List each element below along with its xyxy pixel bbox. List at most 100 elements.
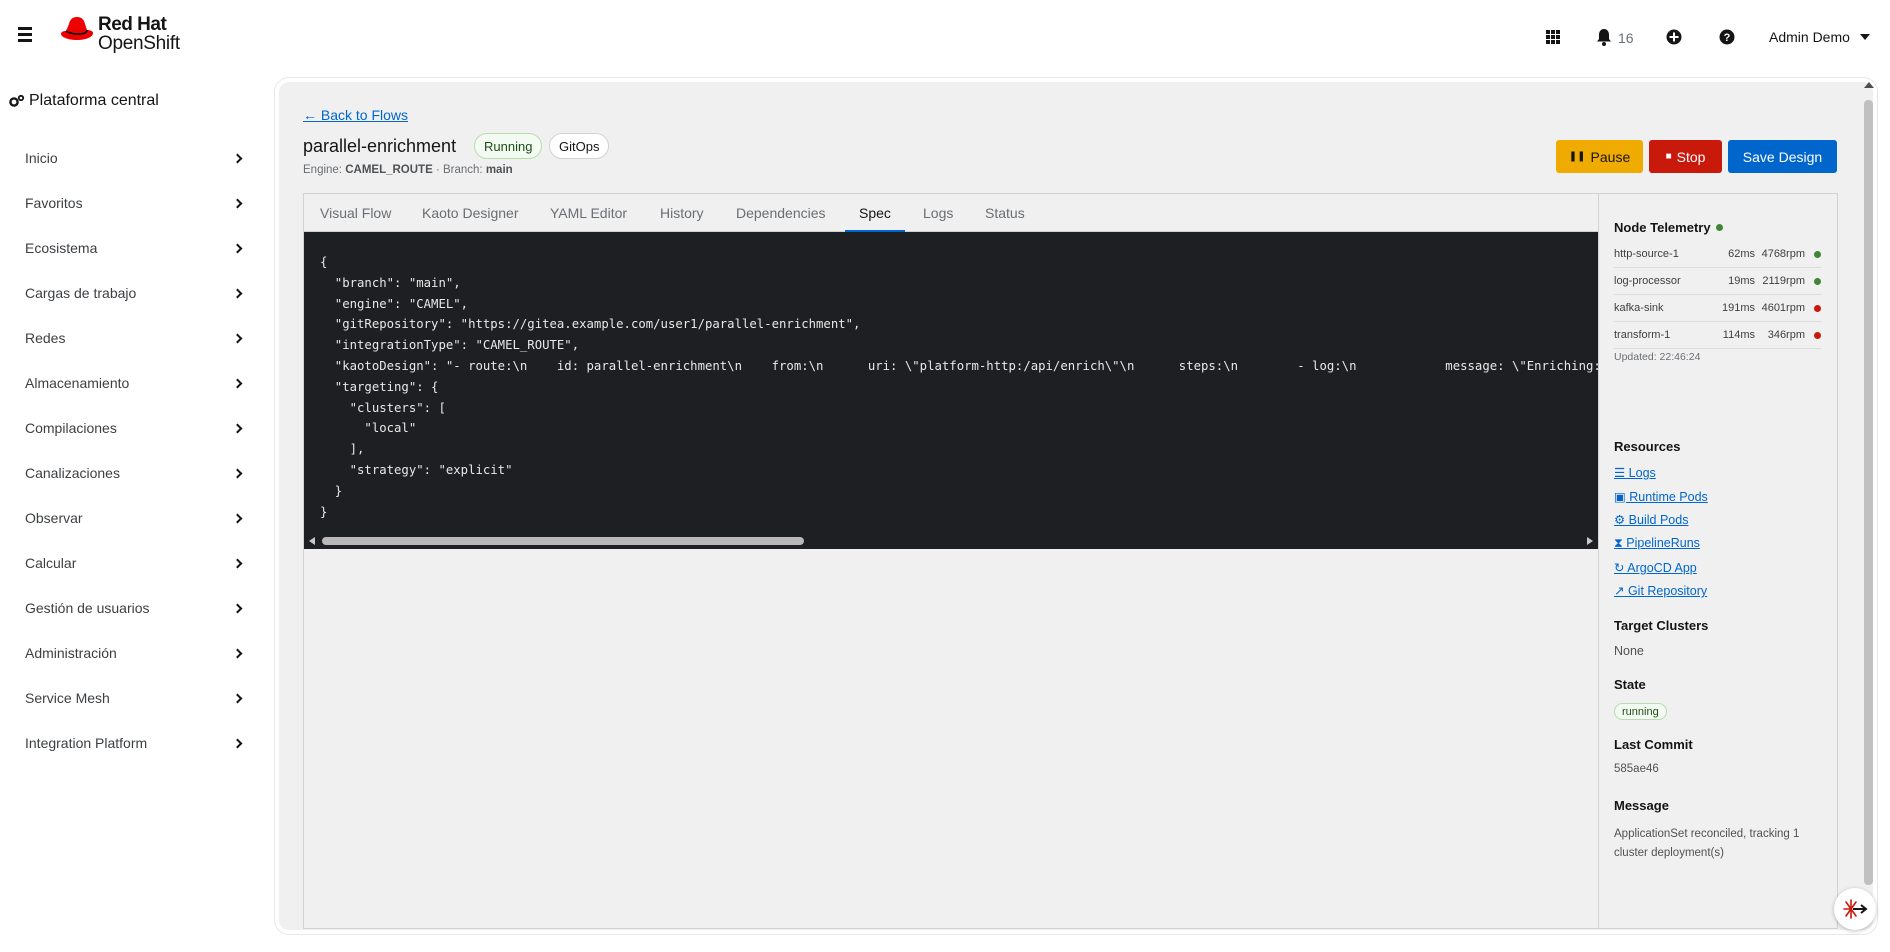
node-status-dot — [1814, 331, 1821, 339]
message-value: ApplicationSet reconciled, tracking 1 cl… — [1614, 828, 1800, 859]
sidebar-item-label: Service Mesh — [25, 690, 110, 706]
node-name: transform-1 — [1614, 329, 1671, 341]
target-clusters-heading: Target Clusters — [1614, 618, 1709, 633]
pause-icon: ❚❚ — [1568, 151, 1586, 162]
sidebar-item-favoritos[interactable]: Favoritos — [25, 191, 245, 215]
sidebar-item-almacenamiento[interactable]: Almacenamiento — [25, 371, 245, 395]
plus-circle-icon[interactable] — [1666, 29, 1682, 45]
sidebar-item-inicio[interactable]: Inicio — [25, 146, 245, 170]
sidebar-item-integration-platform[interactable]: Integration Platform — [25, 731, 245, 755]
notification-count[interactable]: 16 — [1618, 30, 1634, 46]
sidebar-item-label: Almacenamiento — [25, 375, 130, 391]
tab-visual-flow[interactable]: Visual Flow — [320, 194, 391, 232]
chevron-right-icon — [232, 333, 243, 343]
tab-status[interactable]: Status — [985, 194, 1025, 232]
node-rate: 4601rpm — [1761, 302, 1805, 314]
sidebar-item-service-mesh[interactable]: Service Mesh — [25, 686, 245, 710]
page-title: parallel-enrichment — [303, 136, 457, 156]
last-commit-heading: Last Commit — [1614, 737, 1693, 752]
engine-value: CAMEL_ROUTE — [345, 164, 433, 176]
tab-spec[interactable]: Spec — [845, 194, 905, 233]
sidebar-item-label: Integration Platform — [25, 735, 148, 751]
node-latency: 191ms — [1721, 302, 1755, 314]
red-hat-logo-icon — [61, 17, 93, 40]
pause-button[interactable]: ❚❚ Pause — [1556, 140, 1643, 173]
chevron-right-icon — [232, 288, 243, 298]
back-to-flows-link[interactable]: ← Back to Flows — [303, 107, 408, 123]
node-rate: 2119rpm — [1762, 275, 1805, 287]
sidebar-item-label: Cargas de trabajo — [25, 285, 137, 301]
sidebar-item-calcular[interactable]: Calcular — [25, 551, 245, 575]
caret-down-icon — [1859, 34, 1870, 40]
branch-value: main — [485, 164, 513, 176]
page-scrollbar[interactable] — [1863, 82, 1874, 885]
save-design-button[interactable]: Save Design — [1728, 140, 1837, 173]
brand-product: OpenShift — [98, 33, 180, 54]
pipelineruns-link[interactable]: ⧗ PipelineRuns — [1614, 536, 1700, 551]
tab-kaoto-designer[interactable]: Kaoto Designer — [422, 194, 519, 232]
sidebar-item-observar[interactable]: Observar — [25, 506, 245, 530]
perspective-switcher[interactable]: Plataforma central — [9, 92, 159, 110]
logs-link[interactable]: ☰ Logs — [1614, 465, 1656, 480]
sidebar-item-cargas-de-trabajo[interactable]: Cargas de trabajo — [25, 281, 245, 305]
sidebar-item-redes[interactable]: Redes — [25, 326, 245, 350]
sidebar-item-label: Gestión de usuarios — [25, 600, 150, 616]
svg-text:?: ? — [1724, 32, 1731, 44]
horizontal-scrollbar[interactable] — [304, 533, 1598, 549]
pause-label: Pause — [1590, 148, 1631, 165]
scrollbar-thumb[interactable] — [322, 537, 804, 545]
chevron-right-icon — [232, 513, 243, 523]
node-name: log-processor — [1614, 275, 1681, 287]
sidebar-item-label: Ecosistema — [25, 240, 98, 256]
sidebar-item-compilaciones[interactable]: Compilaciones — [25, 416, 245, 440]
chevron-right-icon — [232, 648, 243, 658]
sidebar-item-ecosistema[interactable]: Ecosistema — [25, 236, 245, 260]
tab-history[interactable]: History — [660, 194, 704, 232]
tab-dependencies[interactable]: Dependencies — [736, 194, 826, 232]
scroll-up-icon[interactable] — [1864, 82, 1874, 88]
scrollbar-thumb[interactable] — [1864, 100, 1873, 885]
sidebar-item-label: Observar — [25, 510, 83, 526]
hamburger-menu-icon[interactable] — [18, 27, 38, 47]
telemetry-row: log-processor 19ms 2119rpm — [1614, 268, 1821, 295]
argocd-app-link[interactable]: ↻ ArgoCD App — [1614, 560, 1697, 575]
chevron-right-icon — [232, 243, 243, 253]
quick-action-button[interactable] — [1834, 888, 1876, 930]
tab-yaml-editor[interactable]: YAML Editor — [550, 194, 627, 232]
spec-code-viewer[interactable]: { "branch": "main", "engine": "CAMEL", "… — [304, 232, 1598, 549]
telemetry-status-dot — [1715, 224, 1723, 231]
scroll-left-icon[interactable] — [309, 537, 315, 545]
sidebar: Plataforma central Inicio Favoritos Ecos… — [0, 76, 260, 952]
git-repository-link[interactable]: ↗ Git Repository — [1614, 583, 1707, 598]
chevron-right-icon — [232, 378, 243, 388]
sidebar-item-gestion-de-usuarios[interactable]: Gestión de usuarios — [25, 596, 245, 620]
sidebar-item-canalizaciones[interactable]: Canalizaciones — [25, 461, 245, 485]
state-badge: running — [1614, 703, 1667, 720]
branch-label: · Branch: — [435, 164, 483, 176]
chevron-right-icon — [232, 198, 243, 208]
tab-bar: Visual Flow Kaoto Designer YAML Editor H… — [304, 194, 1598, 233]
tab-logs[interactable]: Logs — [923, 194, 953, 232]
node-latency: 19ms — [1728, 275, 1755, 287]
app-launcher-icon[interactable] — [1546, 30, 1560, 44]
sidebar-item-label: Canalizaciones — [25, 465, 120, 481]
flow-detail-card: Visual Flow Kaoto Designer YAML Editor H… — [303, 193, 1838, 929]
user-menu[interactable]: Admin Demo — [1769, 29, 1870, 45]
masthead: Red Hat OpenShift 16 ? Admin Demo — [0, 0, 1890, 76]
sidebar-item-administracion[interactable]: Administración — [25, 641, 245, 665]
scroll-right-icon[interactable] — [1587, 537, 1593, 545]
brand-logo[interactable]: Red Hat OpenShift — [60, 15, 180, 53]
node-rate: 346rpm — [1767, 329, 1805, 341]
engine-label: Engine: — [303, 164, 343, 176]
runtime-pods-link[interactable]: ▣ Runtime Pods — [1614, 489, 1708, 504]
stop-button[interactable]: ■ Stop — [1649, 140, 1722, 173]
help-icon[interactable]: ? — [1719, 29, 1735, 45]
chevron-right-icon — [232, 693, 243, 703]
node-name: kafka-sink — [1614, 302, 1664, 314]
bell-icon[interactable] — [1596, 28, 1612, 46]
state-heading: State — [1614, 677, 1646, 692]
build-pods-link[interactable]: ⚙ Build Pods — [1614, 512, 1688, 527]
sidebar-item-label: Calcular — [25, 555, 77, 571]
brand-name: Red Hat — [98, 14, 167, 35]
chevron-right-icon — [232, 558, 243, 568]
